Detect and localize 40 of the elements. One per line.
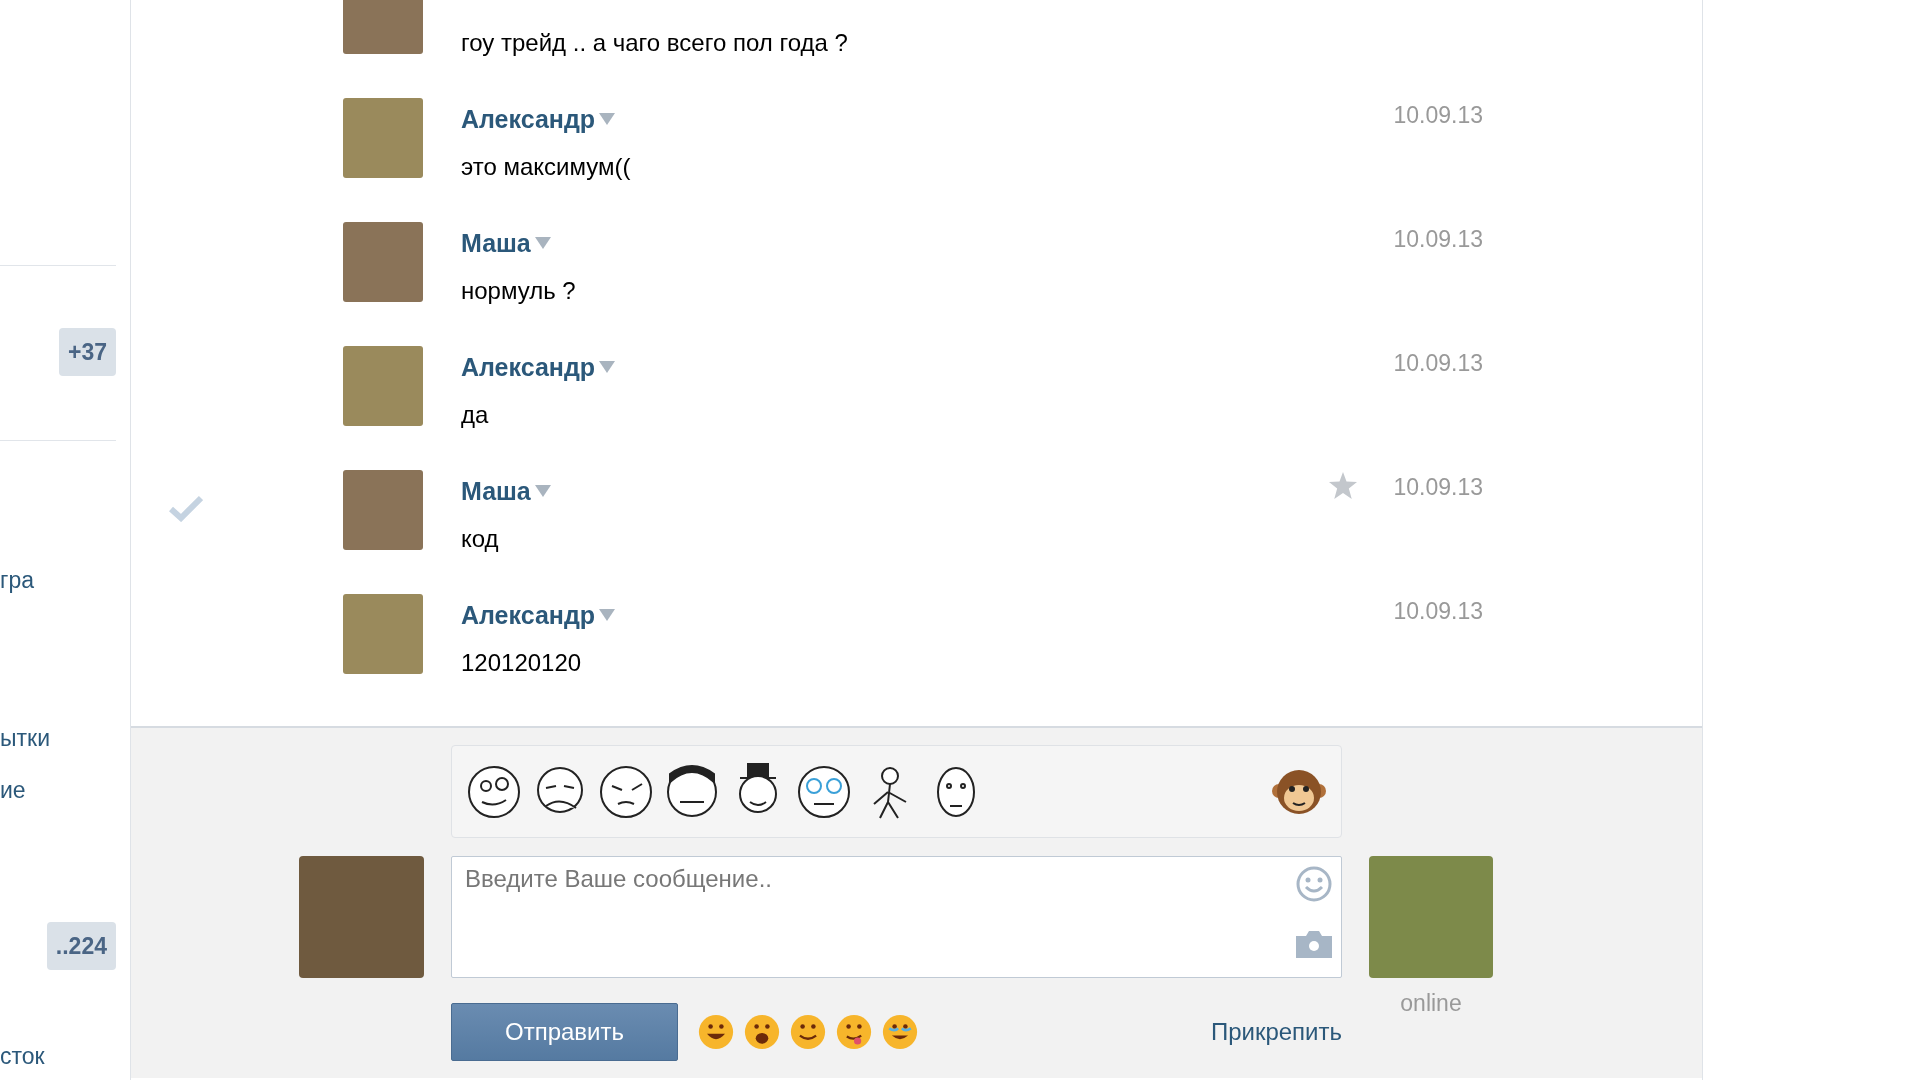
message-text: нормуль ? bbox=[461, 276, 576, 306]
message-text: это максимум(( bbox=[461, 152, 631, 182]
message-text: да bbox=[461, 400, 489, 430]
caret-icon[interactable] bbox=[599, 609, 616, 621]
message-input[interactable]: Введите Ваше сообщение.. bbox=[451, 856, 1342, 978]
author-name[interactable]: Маша bbox=[461, 476, 531, 506]
author-name[interactable]: Александр bbox=[461, 352, 596, 382]
counter-badge: +37 bbox=[59, 328, 116, 376]
emoji-icon[interactable] bbox=[744, 1014, 780, 1050]
caret-icon[interactable] bbox=[534, 237, 551, 249]
message-text: 120120120 bbox=[461, 648, 582, 678]
check-icon[interactable] bbox=[169, 494, 203, 522]
send-button[interactable]: Отправить bbox=[451, 1003, 678, 1061]
message-date: 10.09.13 bbox=[1393, 226, 1483, 252]
message-date: 10.09.13 bbox=[1393, 598, 1483, 624]
message-text: гоу трейд .. а чаго всего пол года ? bbox=[461, 28, 848, 58]
sidebar-link[interactable]: сток bbox=[0, 1041, 45, 1071]
message-date: 10.09.13 bbox=[1393, 350, 1483, 376]
emoji-icon[interactable] bbox=[836, 1014, 872, 1050]
attach-link[interactable]: Прикрепить bbox=[1210, 1018, 1342, 1046]
star-icon[interactable] bbox=[1329, 472, 1357, 499]
message-date: 10.09.13 bbox=[1393, 474, 1483, 500]
emoji-icon[interactable] bbox=[698, 1014, 734, 1050]
caret-icon[interactable] bbox=[599, 113, 616, 125]
message-text: код bbox=[461, 524, 499, 554]
sidebar-link[interactable]: ие bbox=[0, 775, 26, 805]
sidebar-link[interactable]: гра bbox=[0, 565, 34, 595]
message-date: 10.09.13 bbox=[1393, 102, 1483, 128]
smiley-icon[interactable] bbox=[1296, 866, 1332, 902]
online-status: online bbox=[1400, 990, 1462, 1018]
caret-icon[interactable] bbox=[599, 361, 616, 373]
counter-badge: ..224 bbox=[46, 922, 116, 970]
author-name[interactable]: Александр bbox=[461, 600, 596, 630]
camera-icon[interactable] bbox=[1296, 928, 1332, 958]
author-name[interactable]: Маша bbox=[461, 228, 531, 258]
emoji-icon[interactable] bbox=[882, 1014, 918, 1050]
author-name[interactable]: Александр bbox=[461, 104, 596, 134]
emoji-icon[interactable] bbox=[790, 1014, 826, 1050]
sidebar-link[interactable]: ытки bbox=[0, 723, 50, 753]
caret-icon[interactable] bbox=[534, 485, 551, 497]
